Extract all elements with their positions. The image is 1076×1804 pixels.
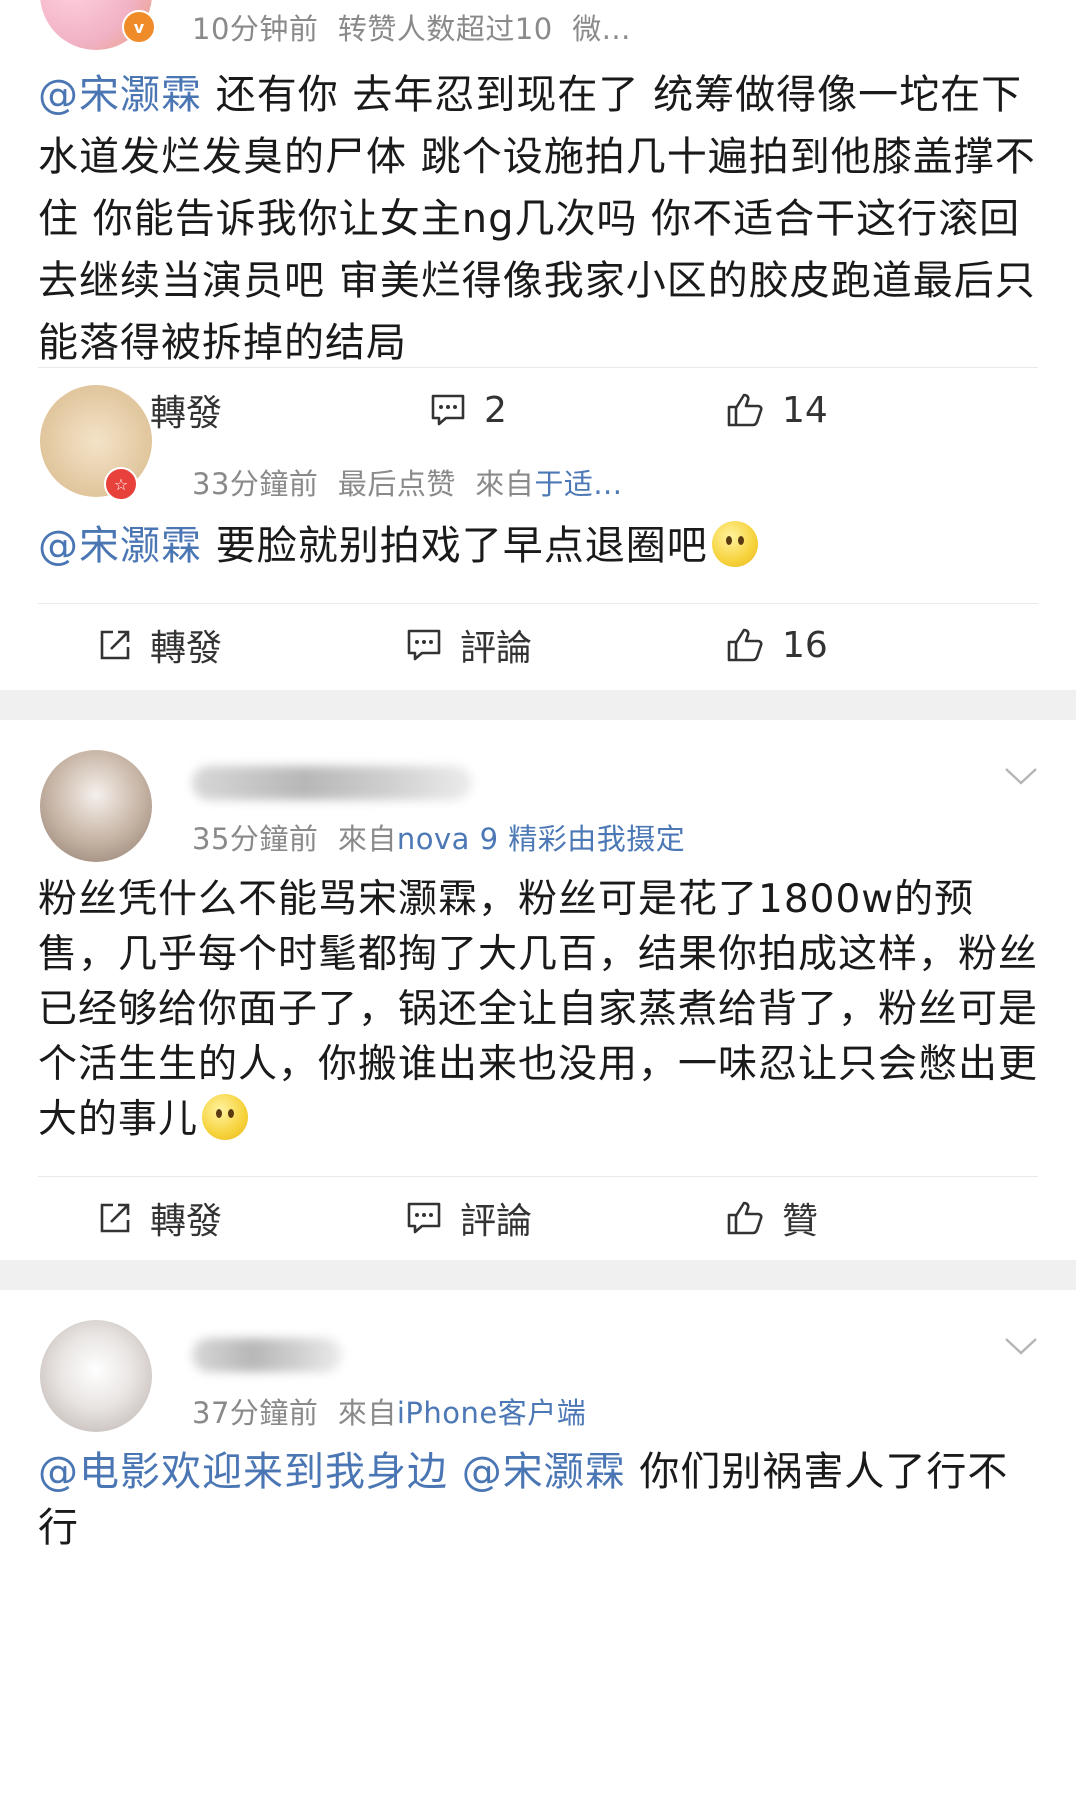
divider — [38, 1176, 1038, 1177]
mention-link[interactable]: @电影欢迎来到我身边 @宋灏霖 — [38, 1449, 626, 1495]
repost-icon — [100, 1203, 130, 1233]
comment-meta: 37分鐘前 來自iPhone客户端 — [192, 1396, 587, 1430]
comment-card-4: 37分鐘前 來自iPhone客户端 @电影欢迎来到我身边 @宋灏霖 你们别祸害人… — [0, 1290, 1076, 1804]
verified-badge-icon: v — [122, 10, 156, 44]
user-avatar[interactable] — [40, 1320, 152, 1432]
comment-icon — [431, 394, 465, 426]
comment-text: @宋灏霖 要脸就别拍戏了早点退圈吧 — [38, 515, 1048, 577]
divider — [38, 367, 1038, 368]
chevron-down-icon[interactable] — [1004, 1336, 1038, 1356]
repost-button[interactable]: 轉發 — [98, 615, 222, 675]
comment-card-1: v 10分钟前 转赞人数超过10 微... @宋灏霖 还有你 去年忍到现在了 统… — [0, 0, 1076, 455]
comment-button[interactable]: 評論 — [406, 615, 532, 675]
divider — [38, 603, 1038, 604]
mention-link[interactable]: @宋灏霖 — [38, 523, 202, 569]
member-badge-icon: ☆ — [104, 467, 138, 501]
repost-button[interactable]: 轉發 — [98, 1188, 222, 1248]
comment-text: @宋灏霖 还有你 去年忍到现在了 统筹做得像一坨在下水道发烂发臭的尸体 跳个设施… — [38, 72, 1036, 366]
comment-text: 粉丝凭什么不能骂宋灏霖，粉丝可是花了1800w的预售，几乎每个时髦都掏了大几百，… — [38, 877, 1039, 1142]
comment-meta: 10分钟前 转赞人数超过10 微... — [192, 12, 631, 46]
thinking-emoji-icon — [202, 1094, 249, 1140]
thumb-up-icon — [727, 1201, 763, 1235]
like-button[interactable]: 贊 — [726, 1188, 818, 1248]
comment-icon — [407, 629, 441, 661]
section-separator — [0, 1260, 1076, 1290]
username-blurred[interactable] — [192, 1338, 342, 1372]
thumb-up-icon — [727, 393, 763, 427]
comment-meta: 33分鐘前 最后点赞 來自于适... — [192, 467, 623, 501]
like-button[interactable]: 16 — [726, 615, 828, 675]
comment-card-2: ☆ 33分鐘前 最后点赞 來自于适... @宋灏霖 要脸就别拍戏了早点退圈吧 轉… — [0, 385, 1076, 690]
chevron-down-icon[interactable] — [1004, 766, 1038, 786]
action-bar: 轉發 2 14 — [0, 380, 1076, 440]
username-blurred[interactable] — [192, 766, 472, 800]
comment-icon — [407, 1202, 441, 1234]
section-separator — [0, 690, 1076, 720]
comment-meta: 35分鐘前 來自nova 9 精彩由我摄定 — [192, 822, 686, 856]
like-button[interactable]: 14 — [726, 380, 828, 440]
mention-link[interactable]: @宋灏霖 — [38, 72, 202, 118]
repost-icon — [100, 630, 130, 660]
action-bar: 轉發 評論 16 — [0, 615, 1076, 675]
thumb-up-icon — [727, 628, 763, 662]
comment-button[interactable]: 評論 — [406, 1188, 532, 1248]
comment-text: @电影欢迎来到我身边 @宋灏霖 你们别祸害人了行不行 — [38, 1449, 1009, 1551]
smile-emoji-icon — [711, 521, 758, 567]
user-avatar[interactable] — [40, 750, 152, 862]
action-bar: 轉發 評論 贊 — [0, 1188, 1076, 1248]
comment-button[interactable]: 2 — [430, 380, 507, 440]
comment-card-3: 35分鐘前 來自nova 9 精彩由我摄定 粉丝凭什么不能骂宋灏霖，粉丝可是花了… — [0, 720, 1076, 1260]
